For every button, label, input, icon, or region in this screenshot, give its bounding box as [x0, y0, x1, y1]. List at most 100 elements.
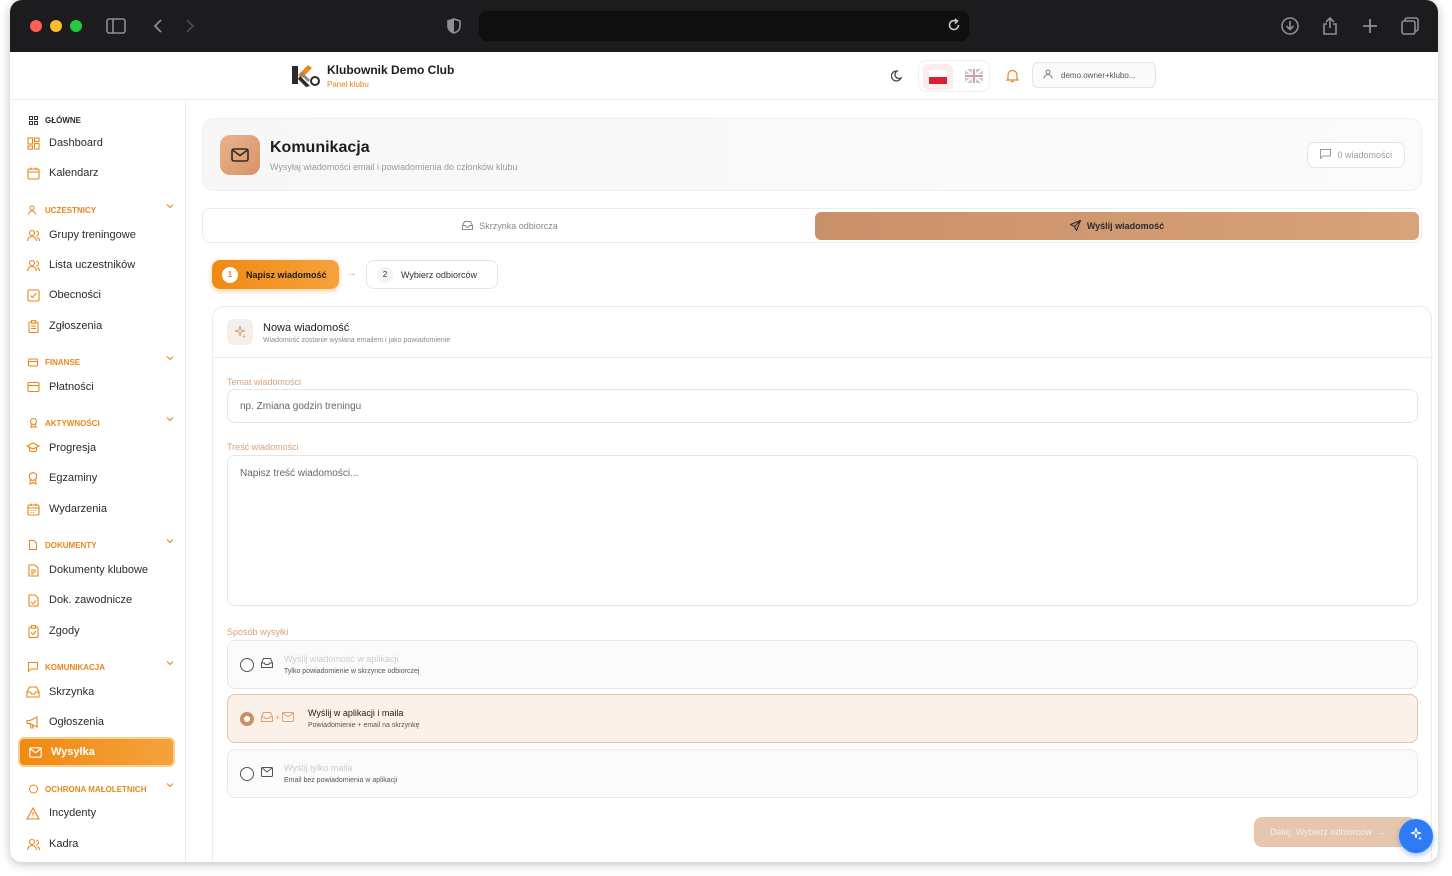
sidebar-item-announcements[interactable]: Ogłoszenia [26, 710, 176, 734]
step-label: Napisz wiadomość [246, 269, 327, 280]
club-name: Klubownik Demo Club [327, 63, 455, 77]
browser-toolbar [10, 0, 1438, 52]
subject-input[interactable]: np. Zmiana godzin treningu [227, 389, 1418, 423]
sidebar-item-dispatch[interactable]: Wysyłka [18, 737, 175, 767]
next-button-label: Dalej: Wybierz odbiorców [1270, 827, 1372, 837]
sidebar-item-label: Progresja [49, 442, 97, 454]
delivery-option-email-only[interactable]: Wyślij tylko maila Email bez powiadomien… [227, 749, 1418, 798]
message-count-badge[interactable]: 0 wiadomości [1307, 142, 1405, 168]
sidebar-item-label: Dashboard [49, 137, 103, 149]
option-title: Wyślij tylko maila [284, 763, 353, 773]
close-window-button[interactable] [30, 20, 42, 32]
radio-app-and-email[interactable] [240, 712, 254, 726]
sidebar-item-inbox[interactable]: Skrzynka [26, 680, 176, 704]
section-activities-label: AKTYWNOŚCI [45, 418, 100, 428]
forward-icon[interactable] [178, 14, 202, 38]
minimize-window-button[interactable] [50, 20, 62, 32]
sidebar-item-events[interactable]: Wydarzenia [26, 497, 176, 521]
zoom-window-button[interactable] [70, 20, 82, 32]
sidebar-item-payments[interactable]: Płatności [26, 375, 176, 399]
tab-send-message[interactable]: Wyślij wiadomość [815, 212, 1419, 240]
club-logo-icon[interactable] [290, 62, 320, 88]
section-documents-label: DOKUMENTY [45, 540, 97, 550]
arrow-right-icon: → [346, 267, 357, 279]
section-activities[interactable]: AKTYWNOŚCI [26, 416, 174, 430]
step-number: 1 [222, 266, 238, 283]
delivery-option-app-and-email[interactable]: + Wyślij w aplikacji i maila Powiadomien… [227, 694, 1418, 743]
section-documents[interactable]: DOKUMENTY [26, 538, 174, 552]
sidebar-item-label: Lista uczestników [49, 259, 136, 271]
new-message-form: Nowa wiadomość Wiadomość zostanie wysłan… [212, 306, 1433, 862]
club-subtitle: Panel klubu [327, 80, 369, 89]
address-bar[interactable] [479, 11, 969, 41]
message-body-textarea[interactable]: Napisz treść wiadomości... [227, 455, 1418, 606]
message-square-icon [26, 660, 40, 674]
award-icon [26, 471, 40, 485]
radio-email-only[interactable] [240, 767, 254, 781]
dark-mode-moon-icon[interactable] [888, 66, 908, 86]
share-icon[interactable] [1318, 14, 1342, 38]
sidebar-item-staff[interactable]: Kadra [26, 832, 176, 856]
app-header: Klubownik Demo Club Panel klubu demo.own… [10, 52, 1438, 100]
section-protection-label: OCHRONA MAŁOLETNICH [45, 784, 147, 794]
reload-icon[interactable] [947, 18, 961, 37]
chevron-down-icon [166, 659, 174, 669]
sidebar-item-label: Egzaminy [49, 472, 98, 484]
section-participants-label: UCZESTNICY [45, 205, 97, 215]
english-flag-icon[interactable] [964, 68, 984, 88]
sidebar-item-label: Dok. zawodnicze [49, 594, 133, 606]
polish-flag-icon[interactable] [923, 64, 953, 90]
chevron-down-icon [166, 415, 174, 425]
clipboard-check-icon [26, 624, 40, 638]
file-check-icon [26, 593, 40, 607]
sidebar-item-label: Kalendarz [49, 167, 99, 179]
delivery-option-app-only[interactable]: Wyślij wiadomość w aplikacji Tylko powia… [227, 640, 1418, 689]
assistant-fab-button[interactable] [1399, 819, 1433, 853]
sidebar-item-progress[interactable]: Progresja [26, 436, 176, 460]
sidebar-item-consents[interactable]: Zgody [26, 619, 176, 643]
sidebar-item-club-documents[interactable]: Dokumenty klubowe [26, 558, 176, 582]
tab-send-label: Wyślij wiadomość [1086, 221, 1165, 231]
section-communication[interactable]: KOMUNIKACJA [26, 660, 174, 674]
tab-inbox[interactable]: Skrzynka odbiorcza [207, 212, 813, 240]
megaphone-icon [26, 715, 40, 729]
step-write-message[interactable]: 1 Napisz wiadomość [212, 260, 339, 289]
page-subtitle: Wysyłaj wiadomości email i powiadomienia… [270, 162, 518, 172]
step-choose-recipients[interactable]: 2 Wybierz odbiorców [366, 260, 498, 289]
page-title: Komunikacja [270, 139, 370, 156]
sidebar-item-attendance[interactable]: Obecności [26, 283, 176, 307]
section-finance[interactable]: FINANSE [26, 355, 174, 369]
shield-icon[interactable] [442, 14, 466, 38]
sidebar-item-applications[interactable]: Zgłoszenia [26, 314, 176, 338]
sidebar-item-label: Dokumenty klubowe [49, 564, 149, 576]
notification-bell-icon[interactable] [1002, 66, 1022, 86]
sidebar-item-label: Zgłoszenia [49, 320, 103, 332]
users-icon [26, 837, 40, 851]
sidebar-item-participants-list[interactable]: Lista uczestników [26, 253, 176, 277]
user-menu[interactable]: demo.owner+klubo... [1032, 62, 1156, 88]
sidebar-item-dashboard[interactable]: Dashboard [26, 131, 176, 155]
tabs-overview-icon[interactable] [1398, 14, 1422, 38]
inbox-icon [26, 685, 40, 699]
option-subtitle: Tylko powiadomienie w skrzynce odbiorcze… [284, 668, 420, 675]
grid-icon [26, 113, 40, 127]
section-minor-protection[interactable]: OCHRONA MAŁOLETNICH [26, 782, 174, 796]
sidebar-item-calendar[interactable]: Kalendarz [26, 161, 176, 185]
sidebar-toggle-icon[interactable] [104, 14, 128, 38]
next-choose-recipients-button[interactable]: Dalej: Wybierz odbiorców → [1254, 817, 1416, 847]
new-tab-icon[interactable] [1358, 14, 1382, 38]
file-icon [26, 538, 40, 552]
shield-icon [26, 782, 40, 796]
radio-app-only[interactable] [240, 658, 254, 672]
download-icon[interactable] [1278, 14, 1302, 38]
sidebar-item-player-documents[interactable]: Dok. zawodnicze [26, 588, 176, 612]
sidebar-item-groups[interactable]: Grupy treningowe [26, 223, 176, 247]
sidebar-item-incidents[interactable]: Incydenty [26, 801, 176, 825]
sidebar-item-exams[interactable]: Egzaminy [26, 466, 176, 490]
section-participants[interactable]: UCZESTNICY [26, 203, 174, 217]
page-header-card: Komunikacja Wysyłaj wiadomości email i p… [202, 118, 1422, 191]
clipboard-icon [26, 319, 40, 333]
subject-label: Temat wiadomości [227, 377, 302, 387]
back-icon[interactable] [146, 14, 170, 38]
sidebar-item-label: Kadra [49, 838, 79, 850]
